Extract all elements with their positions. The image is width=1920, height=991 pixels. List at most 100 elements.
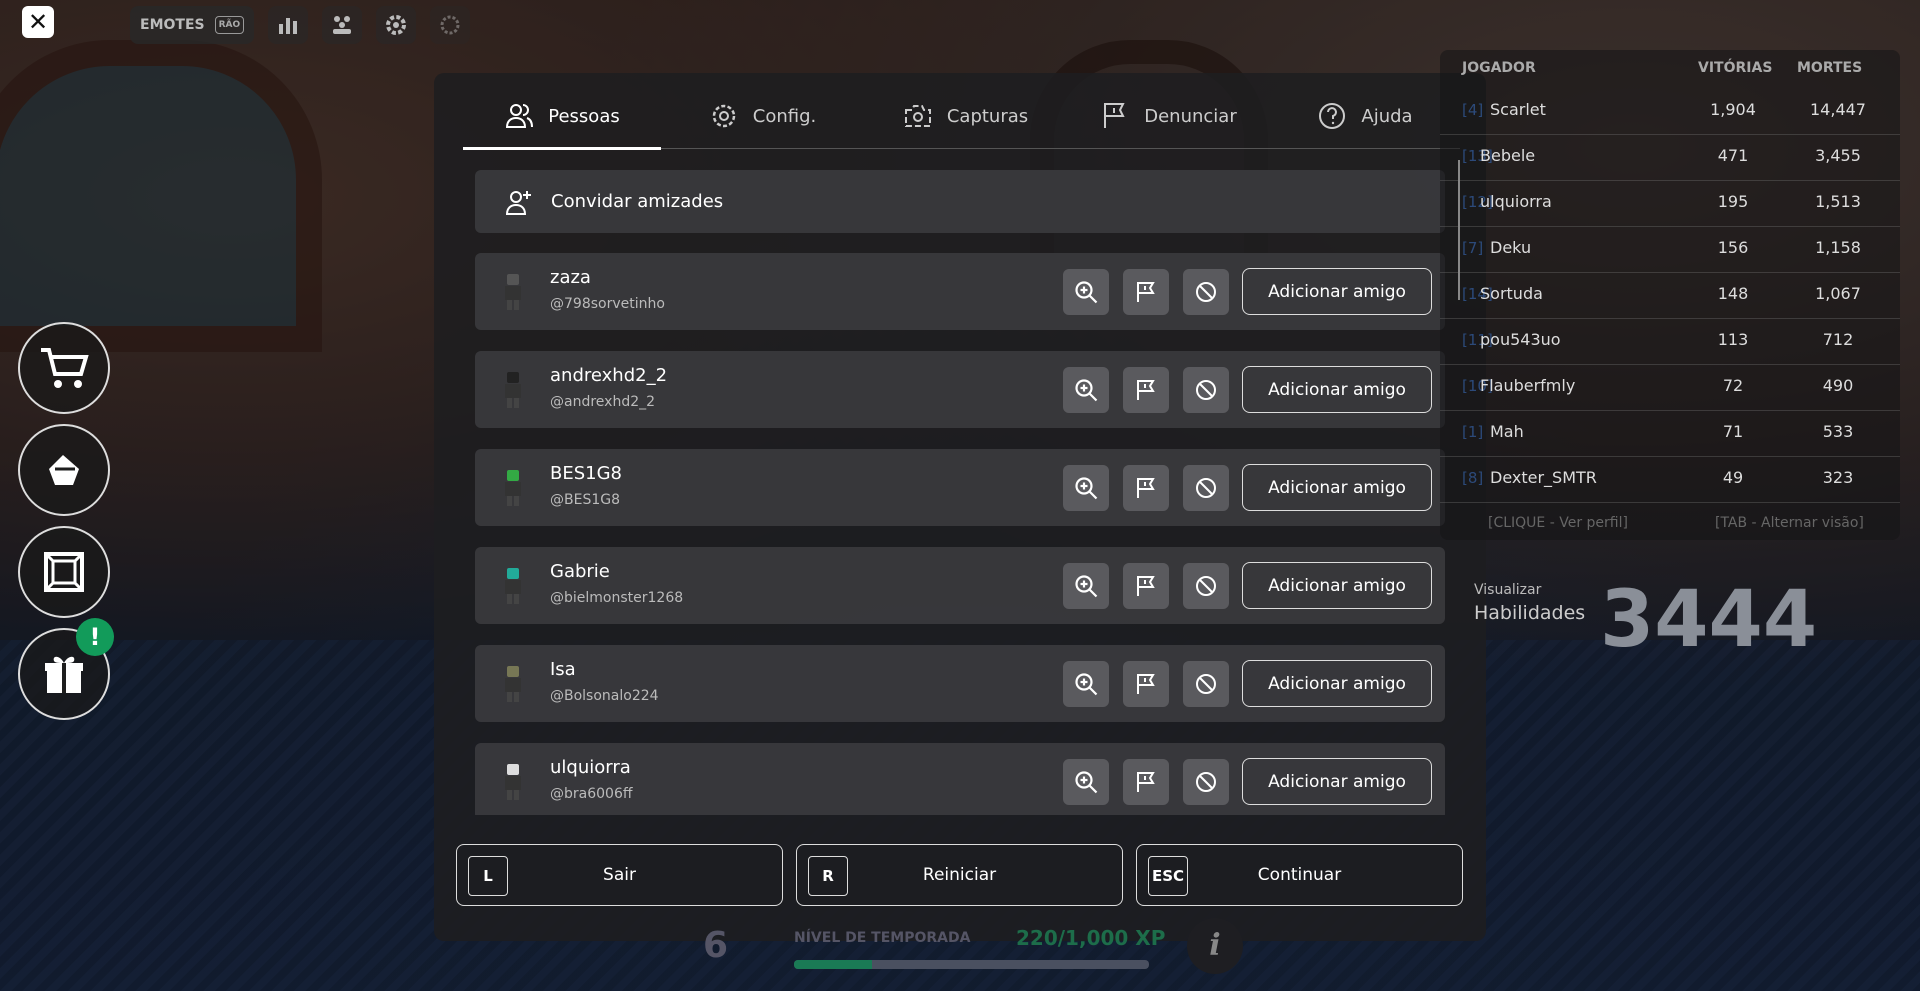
leaderboard-rank: [4] — [1462, 101, 1484, 119]
reset-button[interactable]: R Reiniciar — [796, 844, 1123, 906]
leaderboard-row[interactable]: [7] Deku 156 1,158 — [1440, 226, 1900, 273]
player-handle: @bra6006ff — [550, 786, 633, 802]
add-friend-button[interactable]: Adicionar amigo — [1242, 758, 1432, 805]
leaderboard-footer-left: [CLIQUE - Ver perfil] — [1488, 515, 1628, 531]
player-name: Gabrie — [550, 561, 610, 582]
flag-icon — [1137, 282, 1155, 302]
leaderboard-row[interactable]: [14] Sortuda 148 1,067 — [1440, 272, 1900, 319]
inspect-button[interactable] — [1063, 661, 1109, 707]
player-handle: @andrexhd2_2 — [550, 394, 656, 410]
camera-icon — [904, 105, 931, 127]
leaderboard-row[interactable]: [12] ulquiorra 195 1,513 — [1440, 180, 1900, 227]
add-friend-button[interactable]: Adicionar amigo — [1242, 562, 1432, 609]
tab-captures[interactable]: Capturas — [864, 85, 1067, 147]
leaderboard-row[interactable]: [10] Flauberfmly 72 490 — [1440, 364, 1900, 411]
leaderboard-name: Sortuda — [1480, 284, 1543, 303]
gift-alert-badge: ! — [76, 618, 114, 656]
add-friend-button[interactable]: Adicionar amigo — [1242, 366, 1432, 413]
inspect-button[interactable] — [1063, 465, 1109, 511]
leave-button[interactable]: L Sair — [456, 844, 783, 906]
block-icon — [1196, 380, 1216, 400]
invite-label: Convidar amizades — [551, 191, 724, 212]
zoom-icon — [1075, 281, 1098, 304]
inspect-button[interactable] — [1063, 563, 1109, 609]
add-friend-button[interactable]: Adicionar amigo — [1242, 268, 1432, 315]
player-avatar — [493, 463, 533, 513]
block-button[interactable] — [1183, 563, 1229, 609]
report-player-button[interactable] — [1123, 563, 1169, 609]
leaderboard-name: Scarlet — [1490, 100, 1546, 119]
invite-friends-button[interactable]: Convidar amizades — [475, 170, 1445, 233]
emotes-button[interactable]: EMOTES RÃO — [130, 6, 255, 44]
report-player-button[interactable] — [1123, 759, 1169, 805]
flag-icon — [1137, 380, 1155, 400]
settings-gear-icon[interactable] — [376, 6, 417, 44]
leaderboard-name: pou543uo — [1480, 330, 1561, 349]
fist-icon — [49, 455, 79, 485]
fist-button[interactable] — [18, 424, 110, 516]
leaderboard-name: Bebele — [1480, 146, 1536, 165]
gear-icon — [712, 104, 735, 128]
players-icon[interactable] — [322, 6, 363, 44]
leaderboard-wins: 471 — [1717, 146, 1749, 165]
tab-label: Ajuda — [1361, 105, 1413, 127]
leaderboard-footer-right: [TAB - Alternar visão] — [1715, 515, 1864, 531]
shop-cart-button[interactable] — [18, 322, 110, 414]
player-avatar — [493, 267, 533, 317]
report-player-button[interactable] — [1123, 661, 1169, 707]
report-player-button[interactable] — [1123, 269, 1169, 315]
season-progress-fill — [794, 960, 873, 969]
add-friend-button[interactable]: Adicionar amigo — [1242, 660, 1432, 707]
box-icon — [44, 552, 84, 592]
info-button[interactable]: i — [1187, 918, 1243, 974]
player-avatar — [493, 757, 533, 807]
leaderboard-row[interactable]: [11] pou543uo 113 712 — [1440, 318, 1900, 365]
settings-alt-icon[interactable] — [430, 6, 471, 44]
leaderboard-wins: 156 — [1717, 238, 1749, 257]
flag-icon — [1104, 103, 1125, 128]
block-button[interactable] — [1183, 465, 1229, 511]
player-avatar — [493, 561, 533, 611]
block-button[interactable] — [1183, 367, 1229, 413]
block-button[interactable] — [1183, 759, 1229, 805]
leaderboard-deaths: 533 — [1822, 422, 1854, 441]
leaderboard-row[interactable]: [1] Mah 71 533 — [1440, 410, 1900, 457]
leaderboard-scrollbar[interactable] — [1458, 160, 1460, 300]
close-button[interactable]: ✕ — [22, 6, 54, 38]
leaderboard-row[interactable]: [4] Scarlet 1,904 14,447 — [1440, 88, 1900, 135]
player-row: Gabrie @bielmonster1268 Adicionar amigo — [475, 547, 1445, 624]
inspect-button[interactable] — [1063, 269, 1109, 315]
block-icon — [1196, 674, 1216, 694]
inventory-button[interactable] — [18, 526, 110, 618]
flag-icon — [1137, 772, 1155, 792]
leaderboard-wins: 113 — [1717, 330, 1749, 349]
tab-report[interactable]: Denunciar — [1067, 85, 1270, 147]
report-player-button[interactable] — [1123, 465, 1169, 511]
leaderboard-name: Mah — [1490, 422, 1524, 441]
tab-people[interactable]: Pessoas — [463, 85, 661, 150]
abilities-caption: Visualizar — [1474, 582, 1542, 598]
block-button[interactable] — [1183, 661, 1229, 707]
tab-label: Config. — [752, 105, 817, 127]
season-label: NÍVEL DE TEMPORADA — [794, 930, 971, 946]
resume-button[interactable]: ESC Continuar — [1136, 844, 1463, 906]
leaderboard-header-wins: VITÓRIAS — [1698, 60, 1773, 76]
flag-icon — [1137, 478, 1155, 498]
tab-help[interactable]: Ajuda — [1270, 85, 1460, 147]
inspect-button[interactable] — [1063, 367, 1109, 413]
abilities-number: 3444 — [1600, 575, 1818, 665]
leaderboard-row[interactable]: [13] Bebele 471 3,455 — [1440, 134, 1900, 181]
player-name: zaza — [550, 267, 591, 288]
report-player-button[interactable] — [1123, 367, 1169, 413]
season-xp: 220/1,000 XP — [1016, 926, 1166, 950]
bottom-actions: L Sair R Reiniciar ESC Continuar — [456, 844, 1463, 906]
player-handle: @bielmonster1268 — [550, 590, 684, 606]
tab-label: Pessoas — [548, 105, 620, 127]
inspect-button[interactable] — [1063, 759, 1109, 805]
add-friend-button[interactable]: Adicionar amigo — [1242, 464, 1432, 511]
tab-settings[interactable]: Config. — [661, 85, 864, 147]
leaderboard-toggle-icon[interactable] — [268, 6, 309, 44]
leaderboard-row[interactable]: [8] Dexter_SMTR 49 323 — [1440, 456, 1900, 503]
season-level: 6 — [703, 925, 729, 966]
block-button[interactable] — [1183, 269, 1229, 315]
